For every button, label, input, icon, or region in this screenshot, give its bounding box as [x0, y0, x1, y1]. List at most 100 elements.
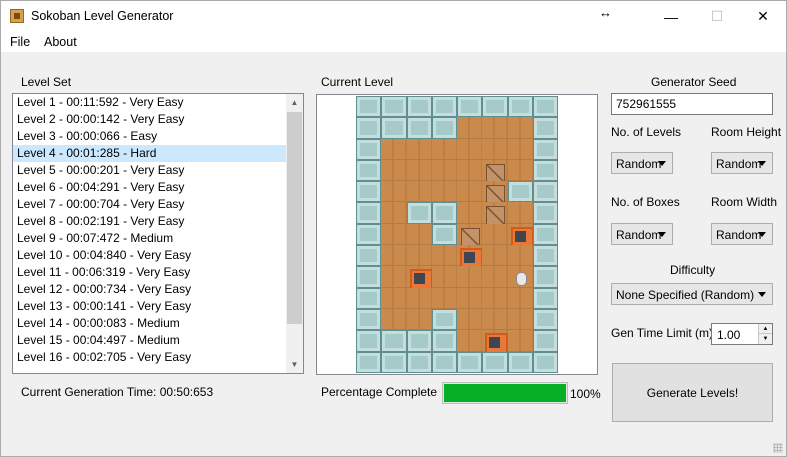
- list-item[interactable]: Level 1 - 00:11:592 - Very Easy: [13, 94, 286, 111]
- list-item[interactable]: Level 15 - 00:04:497 - Medium: [13, 332, 286, 349]
- list-item[interactable]: Level 9 - 00:07:472 - Medium: [13, 230, 286, 247]
- time-limit-value[interactable]: 1.00: [717, 328, 740, 342]
- floor-tile: [507, 330, 533, 352]
- floor-tile: [457, 287, 483, 309]
- difficulty-select[interactable]: None Specified (Random): [611, 283, 773, 305]
- floor-tile: [482, 287, 508, 309]
- wall-tile: [507, 181, 533, 203]
- list-scrollbar[interactable]: ▲ ▼: [286, 94, 303, 373]
- wall-tile: [356, 138, 382, 160]
- wall-tile: [532, 245, 558, 267]
- floor-tile: [482, 223, 508, 246]
- room-height-select[interactable]: Random: [711, 152, 773, 174]
- floor-tile: [406, 138, 432, 160]
- room-width-select[interactable]: Random: [711, 223, 773, 245]
- menu-file[interactable]: File: [10, 35, 30, 49]
- menu-about[interactable]: About: [44, 35, 77, 49]
- floor-tile: [381, 159, 407, 182]
- list-item[interactable]: Level 14 - 00:00:083 - Medium: [13, 315, 286, 332]
- wall-tile: [406, 330, 432, 352]
- progress-fill: [444, 384, 566, 402]
- level-grid: [356, 96, 558, 373]
- maximize-button[interactable]: ☐: [694, 1, 740, 32]
- wall-tile: [457, 351, 483, 373]
- list-item[interactable]: Level 13 - 00:00:141 - Very Easy: [13, 298, 286, 315]
- list-item[interactable]: Level 5 - 00:00:201 - Very Easy: [13, 162, 286, 179]
- wall-tile: [532, 308, 558, 331]
- wall-tile: [532, 266, 558, 288]
- list-item[interactable]: Level 16 - 00:02:705 - Very Easy: [13, 349, 286, 366]
- list-item[interactable]: Level 8 - 00:02:191 - Very Easy: [13, 213, 286, 230]
- seed-label: Generator Seed: [651, 75, 737, 89]
- floor-tile: [482, 245, 508, 267]
- window-title: Sokoban Level Generator: [31, 9, 174, 23]
- room-height-label: Room Height: [711, 125, 782, 139]
- difficulty-value: None Specified (Random): [616, 288, 755, 302]
- scroll-down-icon[interactable]: ▼: [286, 356, 303, 373]
- wall-tile: [532, 287, 558, 309]
- wall-tile: [532, 330, 558, 352]
- floor-tile: [431, 181, 457, 203]
- wall-tile: [406, 117, 432, 139]
- num-levels-select[interactable]: Random: [611, 152, 673, 174]
- wall-tile: [532, 202, 558, 224]
- floor-tile: [381, 138, 407, 160]
- close-button[interactable]: ✕: [740, 1, 786, 32]
- wall-tile: [356, 223, 382, 246]
- wall-tile: [457, 96, 483, 118]
- floor-tile: [457, 117, 483, 139]
- spinner-buttons: ▲ ▼: [758, 324, 772, 344]
- list-item[interactable]: Level 3 - 00:00:066 - Easy: [13, 128, 286, 145]
- floor-tile: [482, 266, 508, 288]
- chevron-down-icon: [758, 161, 766, 166]
- difficulty-label: Difficulty: [670, 263, 716, 277]
- wall-tile: [381, 351, 407, 373]
- list-item[interactable]: Level 12 - 00:00:734 - Very Easy: [13, 281, 286, 298]
- wall-tile: [406, 351, 432, 373]
- box-on-goal-tile: [406, 266, 433, 293]
- wall-tile: [381, 330, 407, 352]
- time-limit-spinner[interactable]: 1.00 ▲ ▼: [711, 323, 773, 345]
- box-on-goal-tile: [482, 330, 509, 357]
- floor-tile: [381, 181, 407, 203]
- wall-tile: [532, 117, 558, 139]
- wall-tile: [482, 351, 508, 373]
- crate-tile: [482, 159, 508, 184]
- crate-tile: [457, 223, 483, 248]
- box-on-goal-tile: [457, 245, 484, 272]
- resize-grip-icon[interactable]: [773, 443, 783, 453]
- list-item[interactable]: Level 2 - 00:00:142 - Very Easy: [13, 111, 286, 128]
- list-item[interactable]: Level 11 - 00:06:319 - Very Easy: [13, 264, 286, 281]
- list-item[interactable]: Level 7 - 00:00:704 - Very Easy: [13, 196, 286, 213]
- num-boxes-select[interactable]: Random: [611, 223, 673, 245]
- floor-tile: [381, 287, 407, 309]
- generate-levels-button[interactable]: Generate Levels!: [612, 363, 773, 422]
- level-set-list[interactable]: Level 1 - 00:11:592 - Very Easy Level 2 -…: [12, 93, 304, 374]
- wall-tile: [356, 308, 382, 331]
- minimize-button[interactable]: —: [648, 1, 694, 32]
- app-icon: [10, 9, 24, 23]
- floor-tile: [507, 202, 533, 224]
- scroll-up-icon[interactable]: ▲: [286, 94, 303, 111]
- spin-down-icon[interactable]: ▼: [759, 334, 772, 344]
- wall-tile: [431, 308, 457, 331]
- list-item[interactable]: Level 4 - 00:01:285 - Hard: [13, 145, 286, 162]
- wall-tile: [431, 117, 457, 139]
- list-item[interactable]: Level 10 - 00:04:840 - Very Easy: [13, 247, 286, 264]
- list-item[interactable]: Level 6 - 00:04:291 - Very Easy: [13, 179, 286, 196]
- wall-tile: [532, 351, 558, 373]
- floor-tile: [381, 308, 407, 331]
- wall-tile: [406, 202, 432, 224]
- time-limit-label: Gen Time Limit (m): [611, 326, 714, 340]
- scroll-thumb[interactable]: [287, 112, 302, 324]
- title-bar[interactable]: Sokoban Level Generator ↔ — ☐ ✕: [1, 1, 786, 32]
- crate-tile: [482, 181, 508, 205]
- floor-tile: [507, 117, 533, 139]
- seed-input[interactable]: 752961555: [611, 93, 773, 115]
- resize-cursor-icon: ↔: [599, 5, 612, 20]
- wall-tile: [356, 245, 382, 267]
- wall-tile: [532, 159, 558, 182]
- spin-up-icon[interactable]: ▲: [759, 324, 772, 334]
- room-height-value: Random: [716, 157, 762, 171]
- wall-tile: [507, 351, 533, 373]
